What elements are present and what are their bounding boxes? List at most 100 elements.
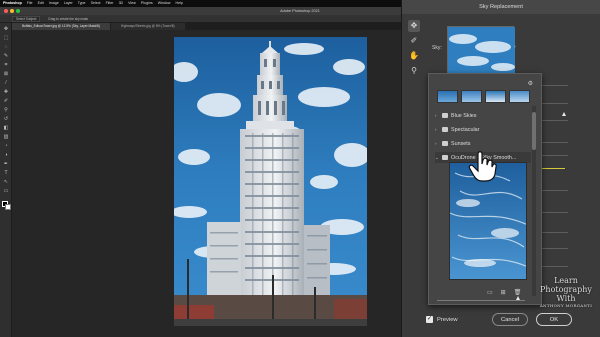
window-controls xyxy=(4,9,20,13)
add-sky-icon[interactable]: ⊞ xyxy=(501,289,506,296)
slider-track[interactable] xyxy=(542,155,568,156)
minimize-window-button[interactable] xyxy=(10,9,14,13)
folder-icon xyxy=(442,141,448,146)
slider-handle[interactable] xyxy=(562,112,566,116)
menu-image[interactable]: Image xyxy=(49,0,59,7)
slider-track[interactable] xyxy=(542,142,568,143)
folder-icon xyxy=(442,155,448,160)
document-photo[interactable] xyxy=(174,37,367,326)
hand-tool-icon[interactable]: ✋ xyxy=(408,50,420,62)
folder-label: Blue Skies xyxy=(451,112,477,119)
menu-window[interactable]: Window xyxy=(158,0,171,7)
menu-help[interactable]: Help xyxy=(176,0,183,7)
brush-tool-icon[interactable]: ✐ xyxy=(3,99,9,104)
slider-track[interactable] xyxy=(542,190,568,191)
watermark-line: Learn xyxy=(554,276,578,285)
blur-tool-icon[interactable]: ◔ xyxy=(3,144,9,149)
close-window-button[interactable] xyxy=(4,9,8,13)
folder-blue-skies[interactable]: › Blue Skies xyxy=(435,110,531,121)
menu-plugins[interactable]: Plugins xyxy=(141,0,153,7)
menu-edit[interactable]: Edit xyxy=(38,0,44,7)
sky-brush-tool-icon[interactable]: ✐ xyxy=(408,35,420,47)
slider-track[interactable] xyxy=(542,266,568,267)
window-title: Adobe Photoshop 2021 xyxy=(280,9,320,13)
eyedropper-tool-icon[interactable]: ⁄ xyxy=(3,81,9,86)
pen-tool-icon[interactable]: ✒ xyxy=(3,162,9,167)
preview-checkbox[interactable]: ✓ xyxy=(426,316,433,323)
slider-track[interactable] xyxy=(542,212,568,213)
folder-icon xyxy=(442,127,448,132)
move-tool-icon[interactable]: ✥ xyxy=(3,27,9,32)
sky-move-tool-icon[interactable]: ✥ xyxy=(408,20,420,32)
preview-label: Preview xyxy=(437,316,458,323)
slider-track[interactable] xyxy=(542,232,568,233)
clone-stamp-tool-icon[interactable]: ⚲ xyxy=(3,108,9,113)
tools-panel: ✥ ⬚ ◌ ✎ ⌗ ⊠ ⁄ ✚ ✐ ⚲ ↺ ◧ ▥ ◔ ◑ ✒ T ↖ ▭ xyxy=(0,23,12,337)
preview-toggle[interactable]: ✓ Preview xyxy=(426,316,458,323)
photoshop-screen: Photoshop File Edit Image Layer Type Sel… xyxy=(0,0,600,337)
cancel-button[interactable]: Cancel xyxy=(492,313,528,326)
folder-label: Sunsets xyxy=(451,140,471,147)
tab-active-document[interactable]: Buffalo_EdisonTower.jpg @ 12.5% (Sky, La… xyxy=(12,23,110,30)
zoom-window-button[interactable] xyxy=(16,9,20,13)
type-tool-icon[interactable]: T xyxy=(3,171,9,176)
slider-track[interactable] xyxy=(542,120,568,121)
folder-sunsets[interactable]: › Sunsets xyxy=(435,138,531,149)
menu-file[interactable]: File xyxy=(27,0,33,7)
sky-dropdown-chevron-icon[interactable]: › xyxy=(514,44,516,50)
document-tabs: Buffalo_EdisonTower.jpg @ 12.5% (Sky, La… xyxy=(12,23,185,30)
quick-select-tool-icon[interactable]: ✎ xyxy=(3,54,9,59)
dialog-tools: ✥ ✐ ✋ ⚲ xyxy=(408,20,422,80)
new-group-folder-icon[interactable]: ▭ xyxy=(487,289,493,296)
chevron-right-icon: › xyxy=(435,113,437,118)
gradient-tool-icon[interactable]: ▥ xyxy=(3,135,9,140)
background-color-swatch[interactable] xyxy=(5,204,11,210)
menu-3d[interactable]: 3D xyxy=(119,0,124,7)
watermark: Learn Photography With ANTHONY MORGANTI xyxy=(536,276,596,308)
frame-tool-icon[interactable]: ⊠ xyxy=(3,72,9,77)
thumbnail-size-slider[interactable] xyxy=(437,300,525,301)
trash-icon[interactable]: 🗑 xyxy=(514,289,522,296)
crop-tool-icon[interactable]: ⌗ xyxy=(3,63,9,68)
presets-scrollbar[interactable] xyxy=(532,106,536,296)
menu-type[interactable]: Type xyxy=(78,0,86,7)
options-hint: Drag to create the sky mask xyxy=(48,16,89,21)
menu-app[interactable]: Photoshop xyxy=(3,0,22,7)
slider-track[interactable] xyxy=(542,85,568,86)
sky-thumb[interactable] xyxy=(485,90,506,103)
dodge-tool-icon[interactable]: ◑ xyxy=(3,153,9,158)
menu-select[interactable]: Select xyxy=(91,0,101,7)
sky-thumb[interactable] xyxy=(509,90,530,103)
folder-icon xyxy=(442,113,448,118)
path-select-tool-icon[interactable]: ↖ xyxy=(3,180,9,185)
sky-label: Sky: xyxy=(432,45,442,51)
slider-track[interactable] xyxy=(542,248,568,249)
folder-spectacular[interactable]: › Spectacular xyxy=(435,124,531,135)
eraser-tool-icon[interactable]: ◧ xyxy=(3,126,9,131)
hand-cursor-icon xyxy=(468,151,497,182)
shape-tool-icon[interactable]: ▭ xyxy=(3,189,9,194)
ok-button[interactable]: OK xyxy=(536,313,572,326)
sky-thumb[interactable] xyxy=(437,90,458,103)
zoom-tool-icon[interactable]: ⚲ xyxy=(408,65,420,77)
healing-brush-tool-icon[interactable]: ✚ xyxy=(3,90,9,95)
history-brush-tool-icon[interactable]: ↺ xyxy=(3,117,9,122)
menu-layer[interactable]: Layer xyxy=(64,0,73,7)
menu-view[interactable]: View xyxy=(128,0,136,7)
scrollbar-thumb[interactable] xyxy=(532,112,536,150)
select-subject-button[interactable]: Select Subject xyxy=(12,15,41,22)
lasso-tool-icon[interactable]: ◌ xyxy=(3,45,9,50)
marquee-tool-icon[interactable]: ⬚ xyxy=(3,36,9,41)
tab-document[interactable]: Highways/Streets.jpg @ 8% (Tower/8) xyxy=(110,23,185,30)
gear-icon[interactable]: ⚙ xyxy=(528,80,533,87)
sky-presets-panel: ⚙ › Blue Skies › Spectacular › Sunsets ⌄… xyxy=(428,73,542,305)
watermark-line: ANTHONY MORGANTI xyxy=(539,303,593,308)
watermark-line: With xyxy=(556,294,576,303)
sky-preset-thumbnail[interactable] xyxy=(447,26,515,74)
menu-filter[interactable]: Filter xyxy=(106,0,114,7)
thumbnail-size-handle[interactable] xyxy=(516,296,520,300)
recent-skies xyxy=(437,90,530,103)
preset-actions: ▭ ⊞ 🗑 xyxy=(487,289,521,296)
slider-track[interactable] xyxy=(542,103,568,104)
sky-thumb[interactable] xyxy=(461,90,482,103)
